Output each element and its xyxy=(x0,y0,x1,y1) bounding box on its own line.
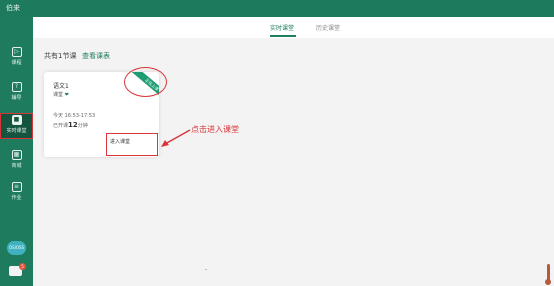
heart-icon: ❤ xyxy=(64,92,69,98)
active-tab-indicator xyxy=(270,35,296,37)
homework-icon: ≡ xyxy=(11,182,22,192)
message-badge: 5 xyxy=(19,263,26,270)
sidebar-item-courses[interactable]: ▷ 课程 xyxy=(0,45,33,71)
sidebar-item-label: 商城 xyxy=(11,163,22,169)
sidebar-item-live-class[interactable]: ■ 实时课堂 xyxy=(0,113,33,139)
live-class-icon: ■ xyxy=(11,115,22,125)
question-icon: ? xyxy=(11,82,22,92)
sidebar-item-label: 辅导 xyxy=(11,95,22,101)
sidebar-item-label: 实时课堂 xyxy=(6,128,27,134)
view-schedule-link[interactable]: 查看课表 xyxy=(82,51,110,61)
tab-live-class[interactable]: 实时课堂 xyxy=(270,23,294,32)
avatar[interactable]: OSIOSS xyxy=(7,241,26,255)
tab-bar: 实时课堂 历史课堂 xyxy=(33,17,554,38)
play-icon: ▷ xyxy=(11,47,22,57)
top-bar: 伯来 xyxy=(0,0,554,17)
thermometer-bulb xyxy=(545,279,551,285)
store-icon: ▦ xyxy=(11,150,22,160)
divider-dot xyxy=(205,269,207,270)
annotation-text: 点击进入课堂 xyxy=(191,125,239,134)
app-name: 伯来 xyxy=(6,4,20,12)
annotation-circle xyxy=(124,67,167,97)
course-time: 今天 16:53-17:53 xyxy=(53,113,96,119)
course-subject: 课堂 ❤ xyxy=(53,92,69,98)
sidebar-item-store[interactable]: ▦ 商城 xyxy=(0,148,33,174)
sidebar-item-tutoring[interactable]: ? 辅导 xyxy=(0,80,33,106)
course-title: 语文1 xyxy=(53,83,69,90)
annotation-box xyxy=(106,133,158,156)
sidebar-item-label: 作业 xyxy=(11,195,22,201)
sidebar-item-homework[interactable]: ≡ 作业 xyxy=(0,180,33,206)
class-count: 共有1节课 xyxy=(44,52,77,60)
annotation-arrow-icon xyxy=(161,129,191,147)
sidebar-item-label: 课程 xyxy=(11,60,22,66)
tab-history-class[interactable]: 历史课堂 xyxy=(316,23,340,32)
course-elapsed: 已开课12分钟 xyxy=(53,121,88,129)
